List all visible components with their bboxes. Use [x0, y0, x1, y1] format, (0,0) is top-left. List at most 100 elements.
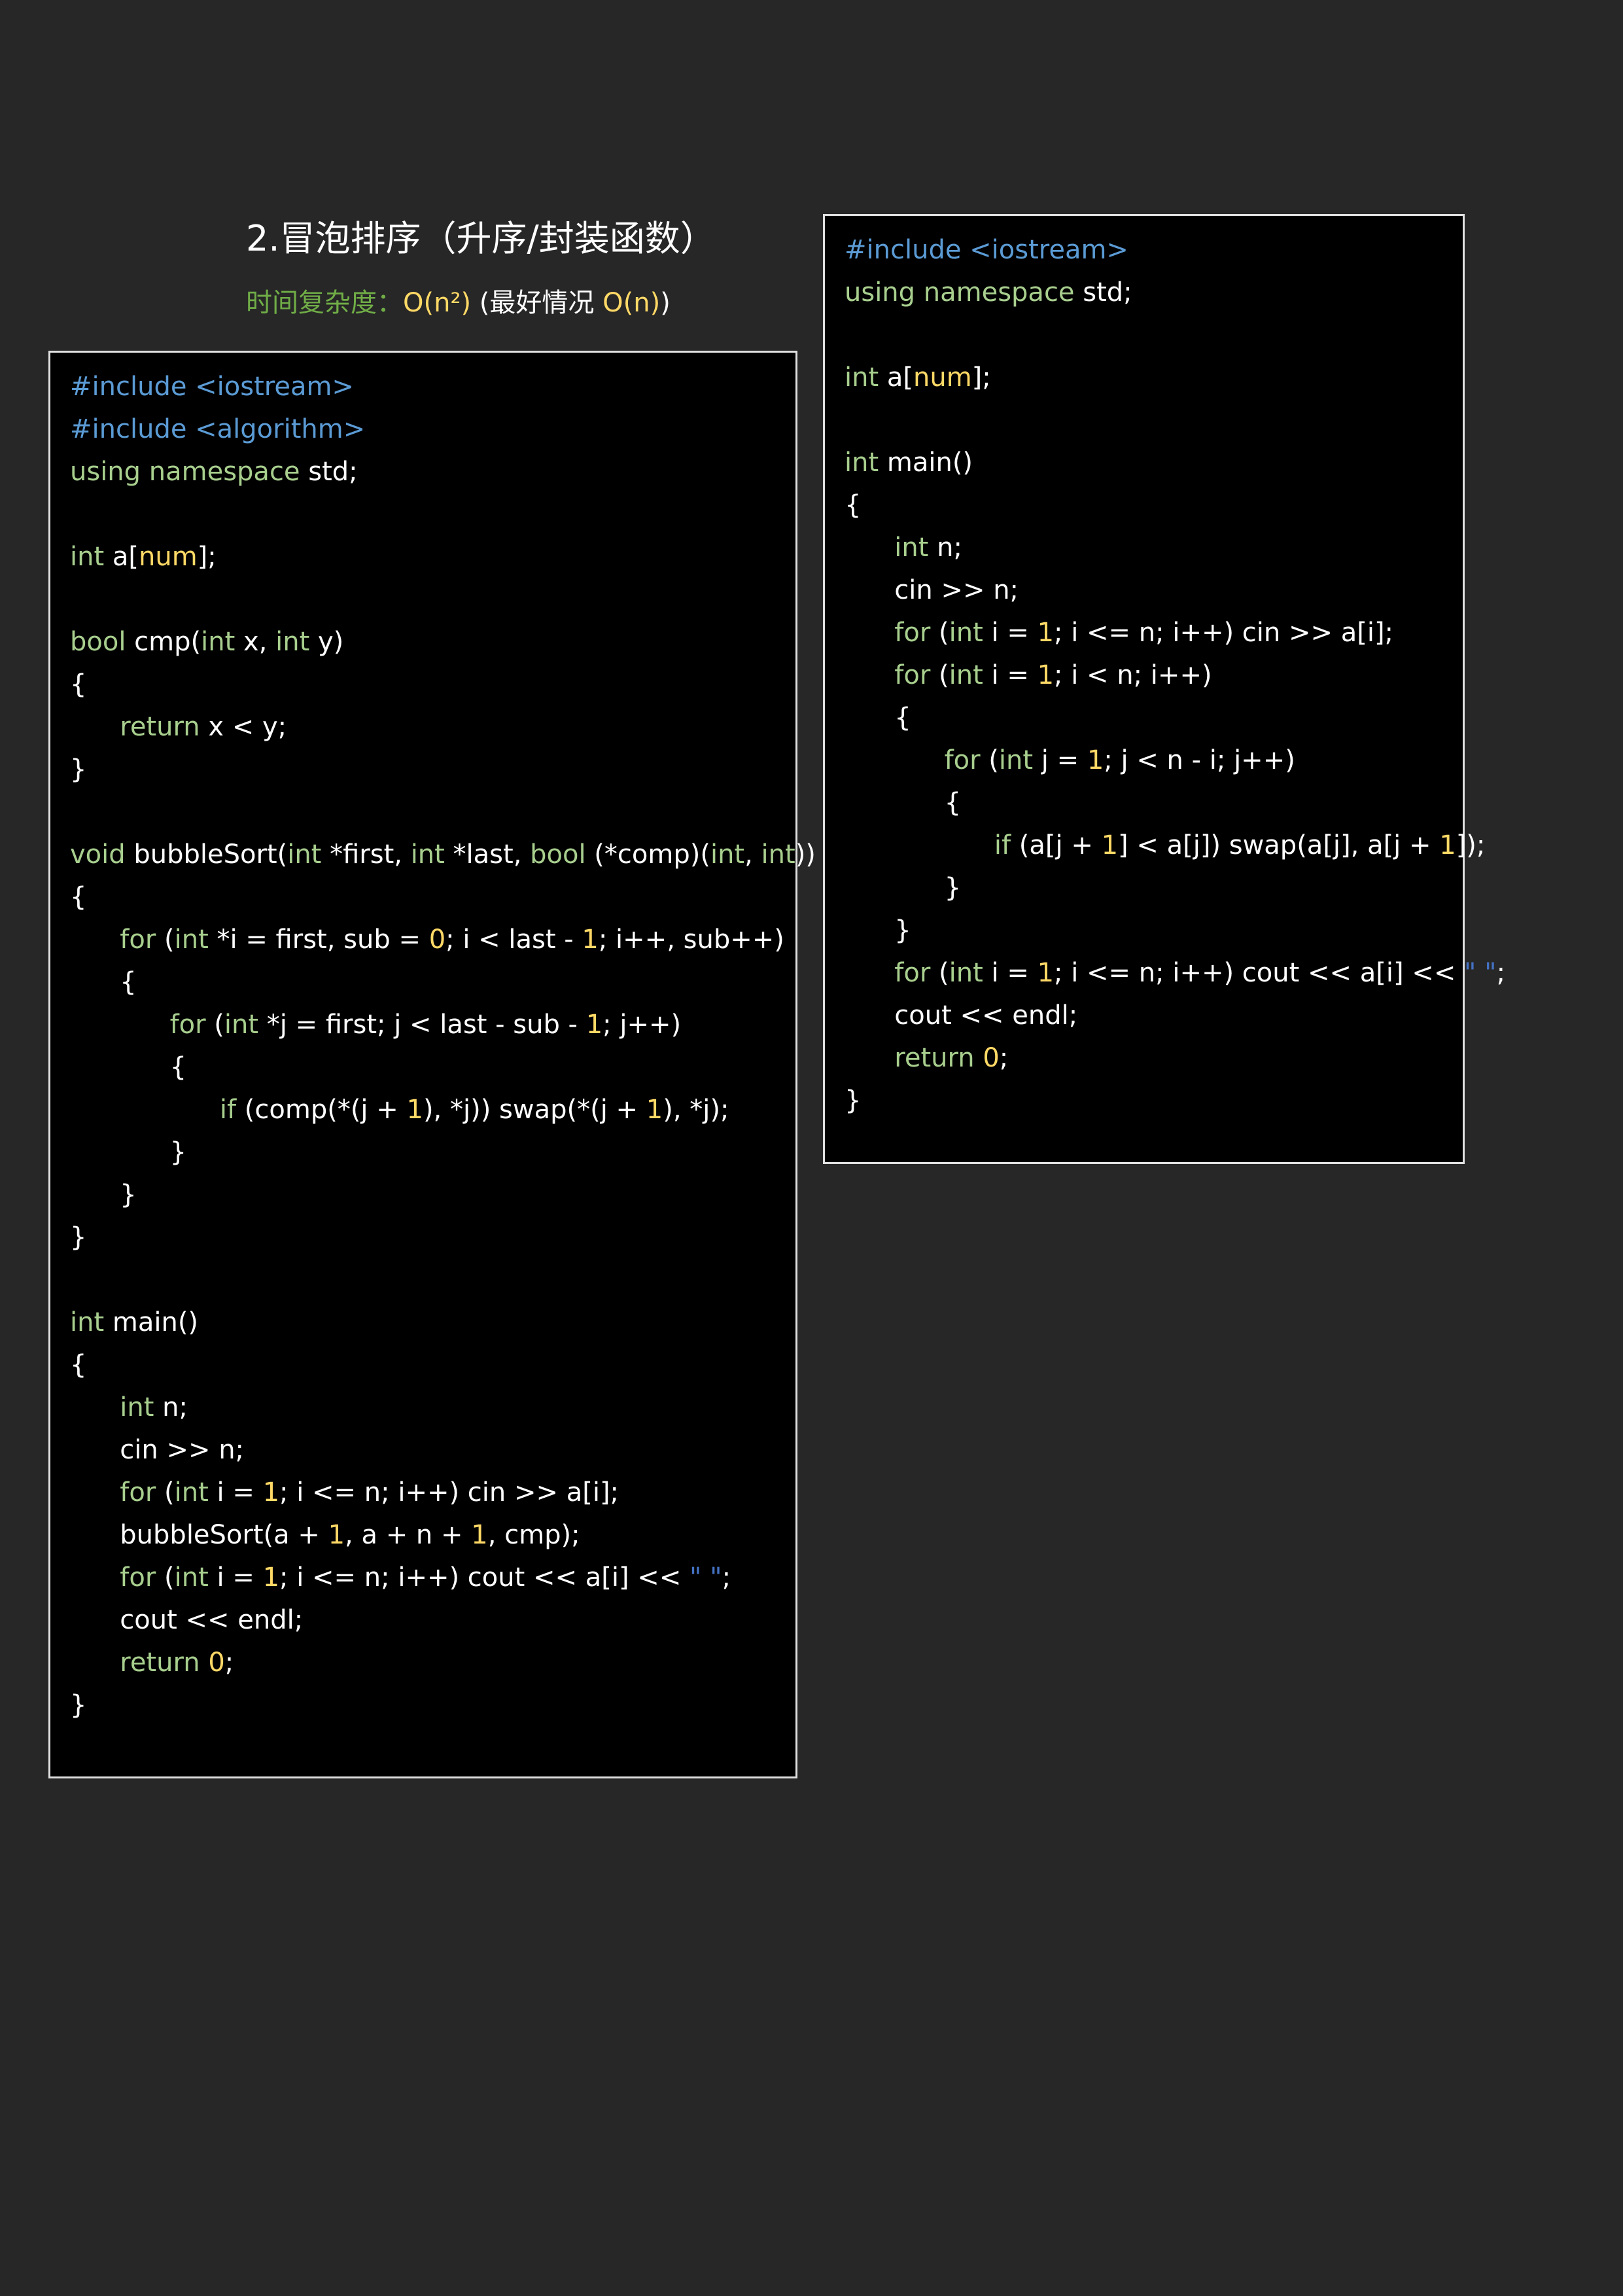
code-line: } — [845, 910, 1463, 952]
code-token: std; — [1074, 277, 1132, 308]
code-token: x, — [235, 627, 276, 657]
code-token: i = — [208, 1477, 263, 1508]
code-token: 1 — [262, 1477, 280, 1508]
code-token: { — [845, 788, 962, 818]
code-token: int — [894, 533, 929, 563]
code-token: ; i <= n; i++) cin >> a[i]; — [279, 1477, 620, 1508]
code-token: num — [913, 362, 972, 393]
code-token: bool — [70, 627, 126, 657]
code-token: x < y; — [200, 712, 287, 742]
code-line: for (int i = 1; i <= n; i++) cin >> a[i]… — [70, 1472, 795, 1514]
code-token: ; i < last - — [445, 925, 582, 955]
code-line: for (int i = 1; i <= n; i++) cout << a[i… — [845, 952, 1505, 995]
code-token: bubbleSort(a + — [70, 1520, 328, 1550]
code-line: for (int i = 1; i < n; i++) — [845, 654, 1463, 697]
code-token: #include <algorithm> — [70, 414, 366, 444]
complexity-value: O(n²) — [403, 288, 472, 318]
code-token: ]; — [197, 542, 217, 572]
code-token: a[ — [104, 542, 139, 572]
code-token: int — [275, 627, 310, 657]
code-line: void bubbleSort(int *first, int *last, b… — [70, 834, 816, 876]
code-line: int main() — [845, 442, 1463, 484]
code-line: return 0; — [70, 1642, 795, 1684]
code-line: { — [70, 1046, 795, 1089]
code-line: for (int i = 1; i <= n; i++) cin >> a[i]… — [845, 612, 1463, 654]
code-token: 1 — [1037, 618, 1055, 648]
code-token: ( — [205, 1010, 224, 1040]
code-token: for — [169, 1010, 206, 1040]
complexity-best-value: O(n) — [602, 288, 661, 318]
code-token: if — [219, 1095, 237, 1125]
code-token: j = — [1033, 745, 1087, 775]
code-token: { — [845, 490, 862, 520]
code-token: int — [949, 618, 983, 648]
code-token: int — [201, 627, 236, 657]
code-token: { — [70, 967, 137, 997]
code-line: } — [70, 749, 795, 791]
code-token: { — [70, 1350, 87, 1380]
code-token: for — [894, 660, 931, 690]
code-token: 1 — [646, 1095, 663, 1125]
code-token: int — [949, 958, 983, 988]
code-token: int — [949, 660, 983, 690]
code-line: return 0; — [845, 1037, 1463, 1080]
code-token: cout << endl; — [70, 1605, 304, 1635]
code-token: return — [894, 1043, 975, 1073]
code-token: , a + n + — [345, 1520, 472, 1550]
code-line: { — [70, 876, 795, 919]
code-line: } — [845, 867, 1463, 910]
code-token: return — [120, 1648, 200, 1678]
code-token: *last, — [444, 839, 531, 870]
code-token: 1 — [1037, 660, 1055, 690]
code-line: { — [845, 782, 1463, 824]
code-token: main() — [104, 1307, 199, 1337]
code-token: int — [174, 1477, 209, 1508]
code-token: num — [139, 542, 198, 572]
complexity-label: 时间复杂度： — [246, 288, 403, 318]
code-token: int — [710, 839, 745, 870]
code-line: if (a[j + 1] < a[j]) swap(a[j], a[j + 1]… — [845, 824, 1486, 867]
code-token: ; — [722, 1563, 731, 1593]
code-token: ( — [156, 1563, 175, 1593]
complexity-close: ) — [660, 288, 671, 318]
code-token: 1 — [1101, 830, 1119, 860]
code-token: 0 — [983, 1043, 1000, 1073]
code-token: int — [761, 839, 795, 870]
code-token: int — [224, 1010, 259, 1040]
code-token: { — [70, 1052, 187, 1082]
code-line: int a[num]; — [845, 357, 1463, 399]
code-token: for — [120, 1477, 156, 1508]
code-token: ; i++, sub++) — [598, 925, 784, 955]
code-token: *j = first; j < last - sub - — [258, 1010, 586, 1040]
code-token: ( — [156, 1477, 175, 1508]
code-token: 1 — [1037, 958, 1055, 988]
code-token: bubbleSort( — [125, 839, 288, 870]
code-line: cin >> n; — [70, 1429, 795, 1472]
code-token: int — [287, 839, 322, 870]
code-token: int — [410, 839, 445, 870]
code-token: ( — [980, 745, 999, 775]
code-token: 1 — [262, 1563, 280, 1593]
code-token: i = — [983, 660, 1038, 690]
code-token: ; — [224, 1648, 234, 1678]
code-token: { — [70, 669, 87, 699]
code-token: , cmp); — [487, 1520, 580, 1550]
code-token: } — [70, 1137, 187, 1167]
code-line: #include <algorithm> — [70, 408, 795, 451]
complexity-line: 时间复杂度：O(n²) (最好情况 O(n)) — [246, 280, 671, 326]
code-line: cout << endl; — [70, 1599, 795, 1642]
code-token: ; — [999, 1043, 1009, 1073]
code-line: cout << endl; — [845, 995, 1463, 1037]
code-token: cin >> n; — [70, 1435, 245, 1465]
code-line: int n; — [845, 527, 1463, 569]
code-line: for (int *i = first, sub = 0; i < last -… — [70, 919, 795, 961]
code-token: ; — [1496, 958, 1506, 988]
code-token: using namespace — [845, 277, 1075, 308]
